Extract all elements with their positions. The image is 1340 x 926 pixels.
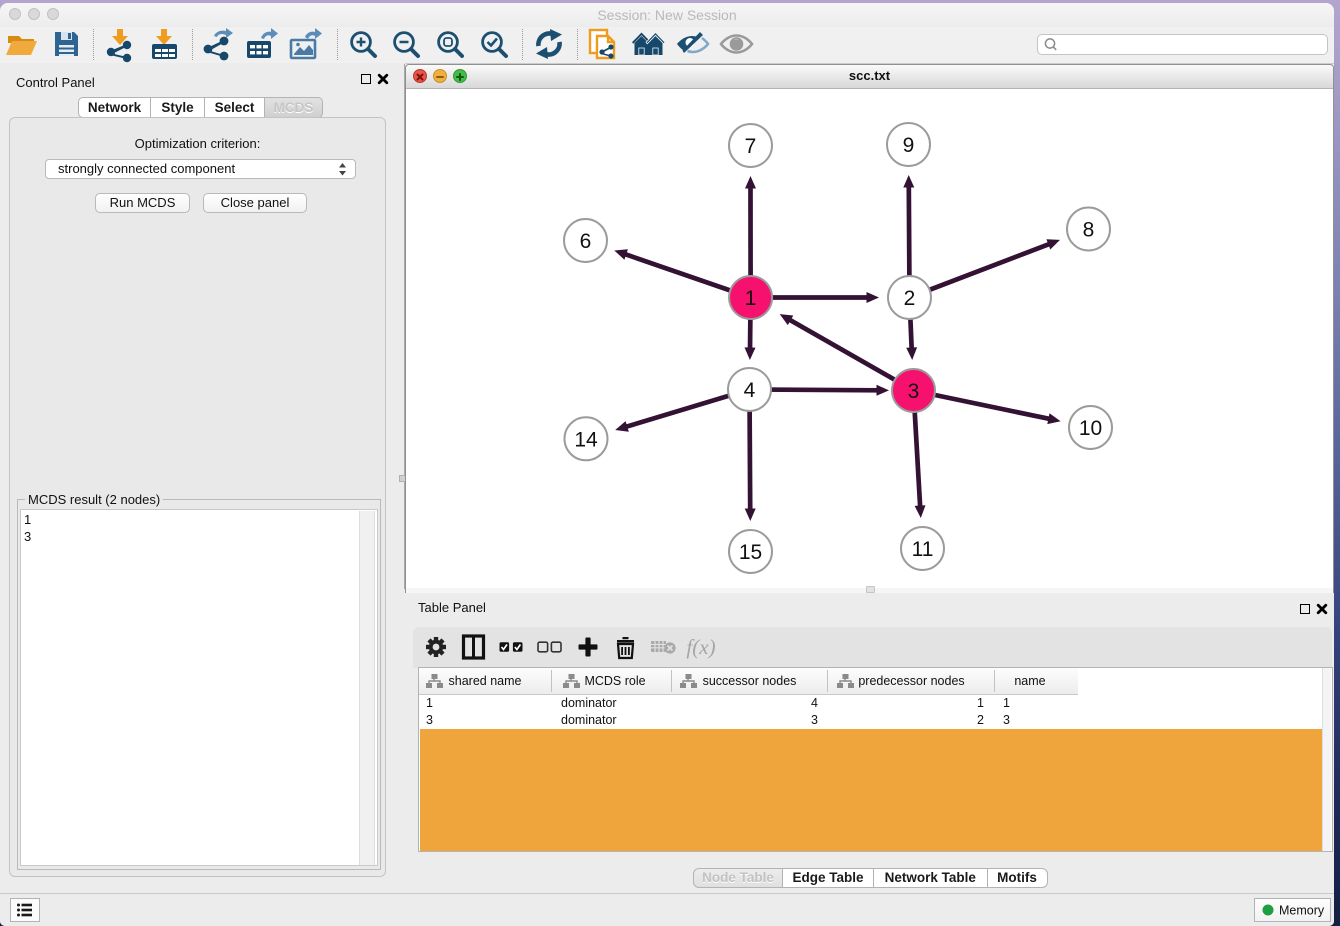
svg-text:7: 7 [745, 135, 757, 158]
svg-text:14: 14 [574, 428, 598, 451]
svg-text:6: 6 [580, 230, 592, 253]
svg-text:Memory: Memory [1279, 904, 1325, 918]
svg-text:11: 11 [912, 538, 934, 561]
svg-text:3: 3 [908, 380, 920, 403]
svg-text:10: 10 [1079, 417, 1102, 440]
svg-text:8: 8 [1083, 219, 1095, 242]
svg-text:9: 9 [903, 134, 915, 157]
svg-text:4: 4 [744, 379, 756, 402]
svg-text:1: 1 [745, 287, 757, 310]
svg-text:2: 2 [904, 287, 916, 310]
svg-text:15: 15 [739, 541, 762, 564]
svg-text:f(x): f(x) [686, 635, 715, 659]
